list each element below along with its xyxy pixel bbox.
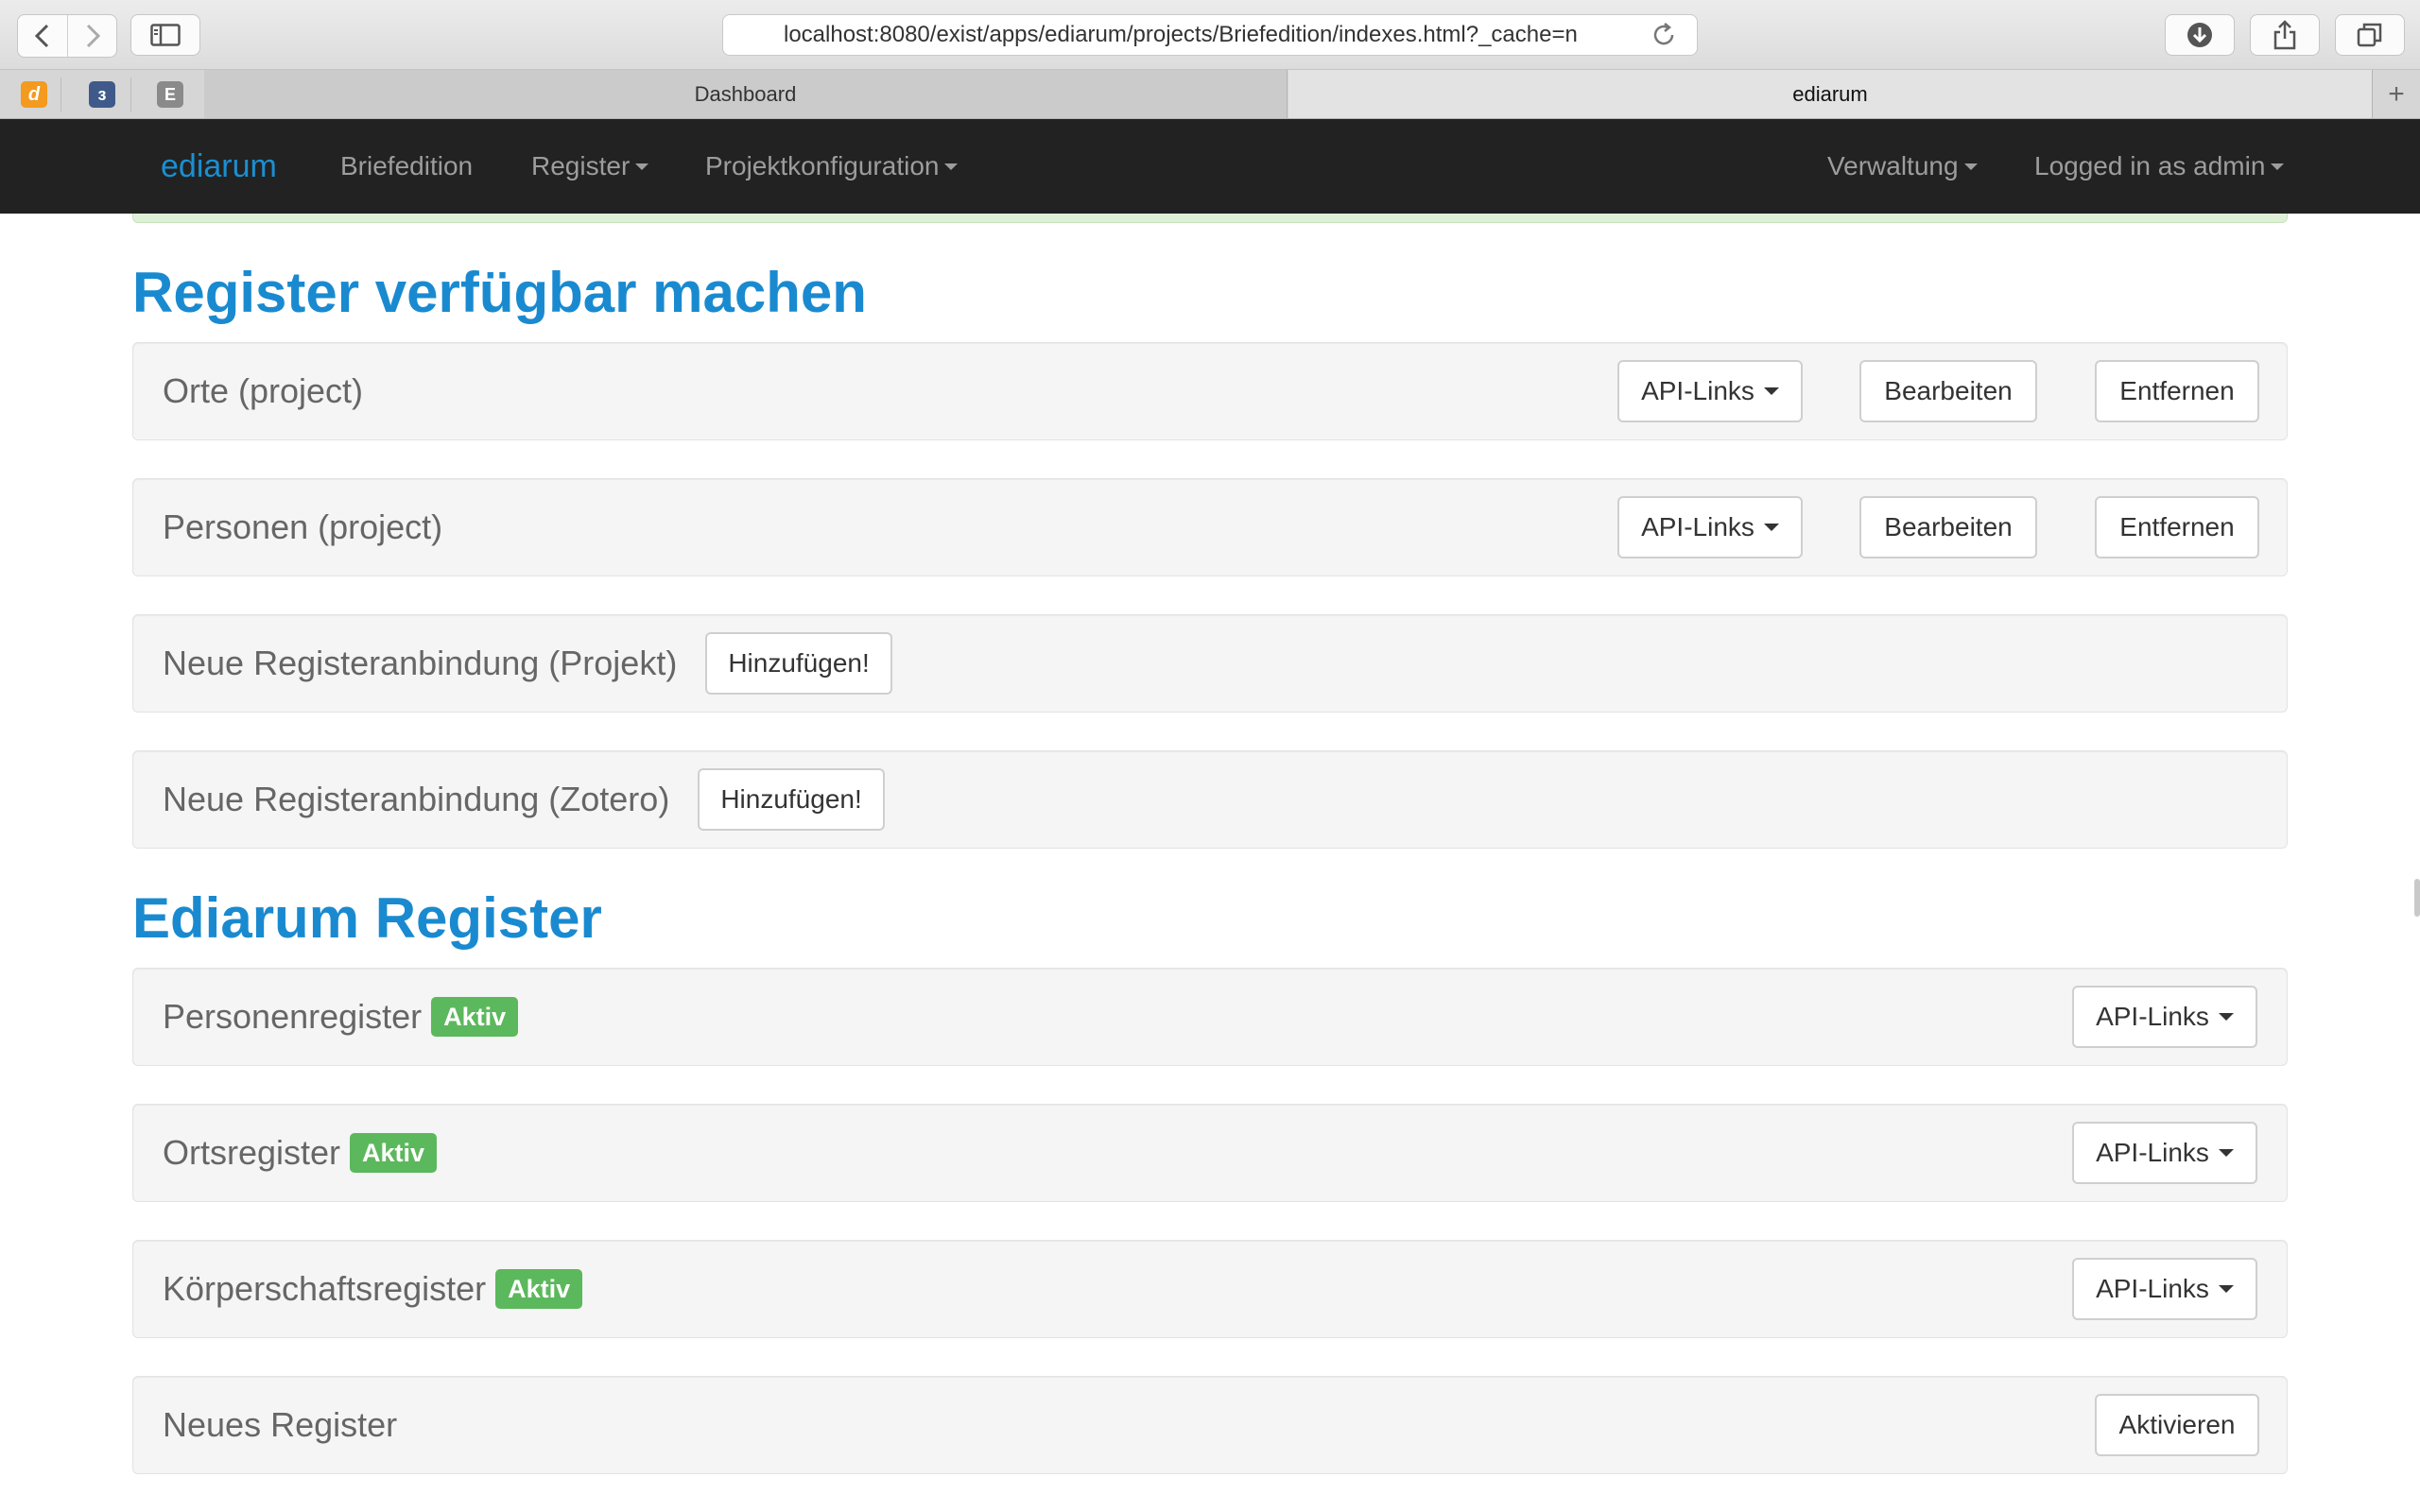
share-icon [2273,20,2296,50]
api-links-dropdown-button[interactable]: API-Links [1617,496,1803,558]
add-button[interactable]: Hinzufügen! [698,768,885,831]
d-favicon-icon: d [27,83,41,105]
brand-link[interactable]: ediarum [161,119,277,214]
reload-icon[interactable] [1650,21,1678,49]
edit-button[interactable]: Bearbeiten [1859,496,2037,558]
caret-down-icon [2271,163,2285,170]
nav-register-dropdown[interactable]: Register [531,119,649,214]
status-badge: Aktiv [431,996,519,1038]
caret-down-icon [2218,1013,2234,1021]
api-links-dropdown-button[interactable]: API-Links [1617,360,1803,422]
favorite-e[interactable]: E [157,81,183,108]
tab-bar: d ɜ E Dashboard ediarum + [0,70,2420,119]
address-bar[interactable]: localhost:8080/exist/apps/ediarum/projec… [722,14,1698,56]
app-navbar: ediarum Briefedition Register Projektkon… [0,119,2420,214]
chevron-left-icon [34,24,49,48]
caret-down-icon [635,163,649,170]
caret-down-icon [1963,163,1978,170]
browser-toolbar: localhost:8080/exist/apps/ediarum/projec… [0,0,2420,70]
panel-neue-registeranbindung-zotero: Neue Registeranbindung (Zotero) Hinzufüg… [132,750,2288,849]
button-label: API-Links [1641,376,1754,405]
button-label: API-Links [2096,1138,2209,1167]
nav-label: Register [531,151,631,180]
downloads-button[interactable] [2165,14,2235,56]
panel-neues-register: Neues Register Aktivieren [132,1376,2288,1474]
nav-label: Logged in as admin [2034,151,2266,180]
status-badge: Aktiv [350,1132,438,1174]
sidebar-toggle-button[interactable] [130,14,200,56]
caret-down-icon [2218,1285,2234,1293]
panel-label: Ortsregister [163,1133,341,1172]
nav-label: Briefedition [340,151,474,180]
remove-button[interactable]: Entfernen [2095,360,2259,422]
section-title-ediarum-register: Ediarum Register [132,886,602,950]
panel-label: Körperschaftsregister [163,1269,487,1308]
caret-down-icon [1763,387,1779,395]
panel-label-row: Neue Registeranbindung (Projekt) Hinzufü… [163,615,892,712]
history-nav [17,14,117,58]
panel-personen-project: Personen (project) API-Links Bearbeiten … [132,478,2288,576]
add-button[interactable]: Hinzufügen! [705,632,892,695]
panel-label: Neues Register [163,1405,398,1444]
remove-button[interactable]: Entfernen [2095,496,2259,558]
api-links-dropdown-button[interactable]: API-Links [2072,1122,2257,1184]
s-favicon-icon: ɜ [97,84,107,104]
nav-briefedition[interactable]: Briefedition [340,119,473,214]
caret-down-icon [2218,1149,2234,1157]
nav-label: Projektkonfiguration [705,151,940,180]
section-title-register-verfuegbar: Register verfügbar machen [132,261,867,324]
caret-down-icon [1763,524,1779,531]
tab-label: ediarum [1792,81,1868,106]
panel-ortsregister: Ortsregister Aktiv API-Links [132,1104,2288,1202]
api-links-dropdown-button[interactable]: API-Links [2072,1258,2257,1320]
panel-label: Neue Registeranbindung (Zotero) [163,780,670,818]
tab-ediarum[interactable]: ediarum [1288,70,2372,118]
forward-button[interactable] [67,15,116,57]
tab-label: Dashboard [694,81,797,106]
panel-neue-registeranbindung-projekt: Neue Registeranbindung (Projekt) Hinzufü… [132,614,2288,713]
button-label: API-Links [1641,512,1754,541]
panel-label: Orte (project) [163,371,364,410]
panel-label: Personenregister [163,997,423,1036]
edit-button[interactable]: Bearbeiten [1859,360,2037,422]
nav-label: Verwaltung [1827,151,1959,180]
panel-orte-project: Orte (project) API-Links Bearbeiten Entf… [132,342,2288,440]
sidebar-icon [150,24,181,46]
e-favicon-icon: E [164,84,176,104]
tab-dashboard[interactable]: Dashboard [204,70,1288,118]
panel-label: Neue Registeranbindung (Projekt) [163,644,678,682]
favorite-divider [60,77,61,112]
tab-overview-button[interactable] [2335,14,2405,56]
status-badge: Aktiv [495,1268,583,1310]
panel-label-row: Personenregister Aktiv [163,969,519,1065]
nav-projektkonfiguration-dropdown[interactable]: Projektkonfiguration [705,119,959,214]
api-links-dropdown-button[interactable]: API-Links [2072,986,2257,1048]
button-label: API-Links [2096,1274,2209,1303]
tabs-icon [2357,23,2382,47]
chevron-right-icon [86,24,100,48]
url-text: localhost:8080/exist/apps/ediarum/projec… [784,22,1578,47]
plus-icon: + [2388,77,2405,110]
panel-label-row: Ortsregister Aktiv [163,1105,438,1201]
share-button[interactable] [2250,14,2320,56]
nav-verwaltung-dropdown[interactable]: Verwaltung [1827,119,1978,214]
panel-label-row: Körperschaftsregister Aktiv [163,1241,583,1337]
new-tab-button[interactable]: + [2372,70,2420,118]
favorite-divider [130,77,131,112]
scrollbar-thumb[interactable] [2414,879,2420,917]
panel-personenregister: Personenregister Aktiv API-Links [132,968,2288,1066]
favorite-d[interactable]: d [21,81,47,108]
button-label: API-Links [2096,1002,2209,1031]
favorite-s[interactable]: ɜ [89,81,115,108]
panel-label-row: Neue Registeranbindung (Zotero) Hinzufüg… [163,751,885,848]
download-icon [2187,23,2212,47]
caret-down-icon [944,163,959,170]
activate-button[interactable]: Aktivieren [2095,1394,2259,1456]
back-button[interactable] [18,15,67,57]
alert-bottom-edge [132,214,2288,223]
nav-user-dropdown[interactable]: Logged in as admin [2034,119,2285,214]
panel-koerperschaftsregister: Körperschaftsregister Aktiv API-Links [132,1240,2288,1338]
panel-label: Personen (project) [163,507,443,546]
